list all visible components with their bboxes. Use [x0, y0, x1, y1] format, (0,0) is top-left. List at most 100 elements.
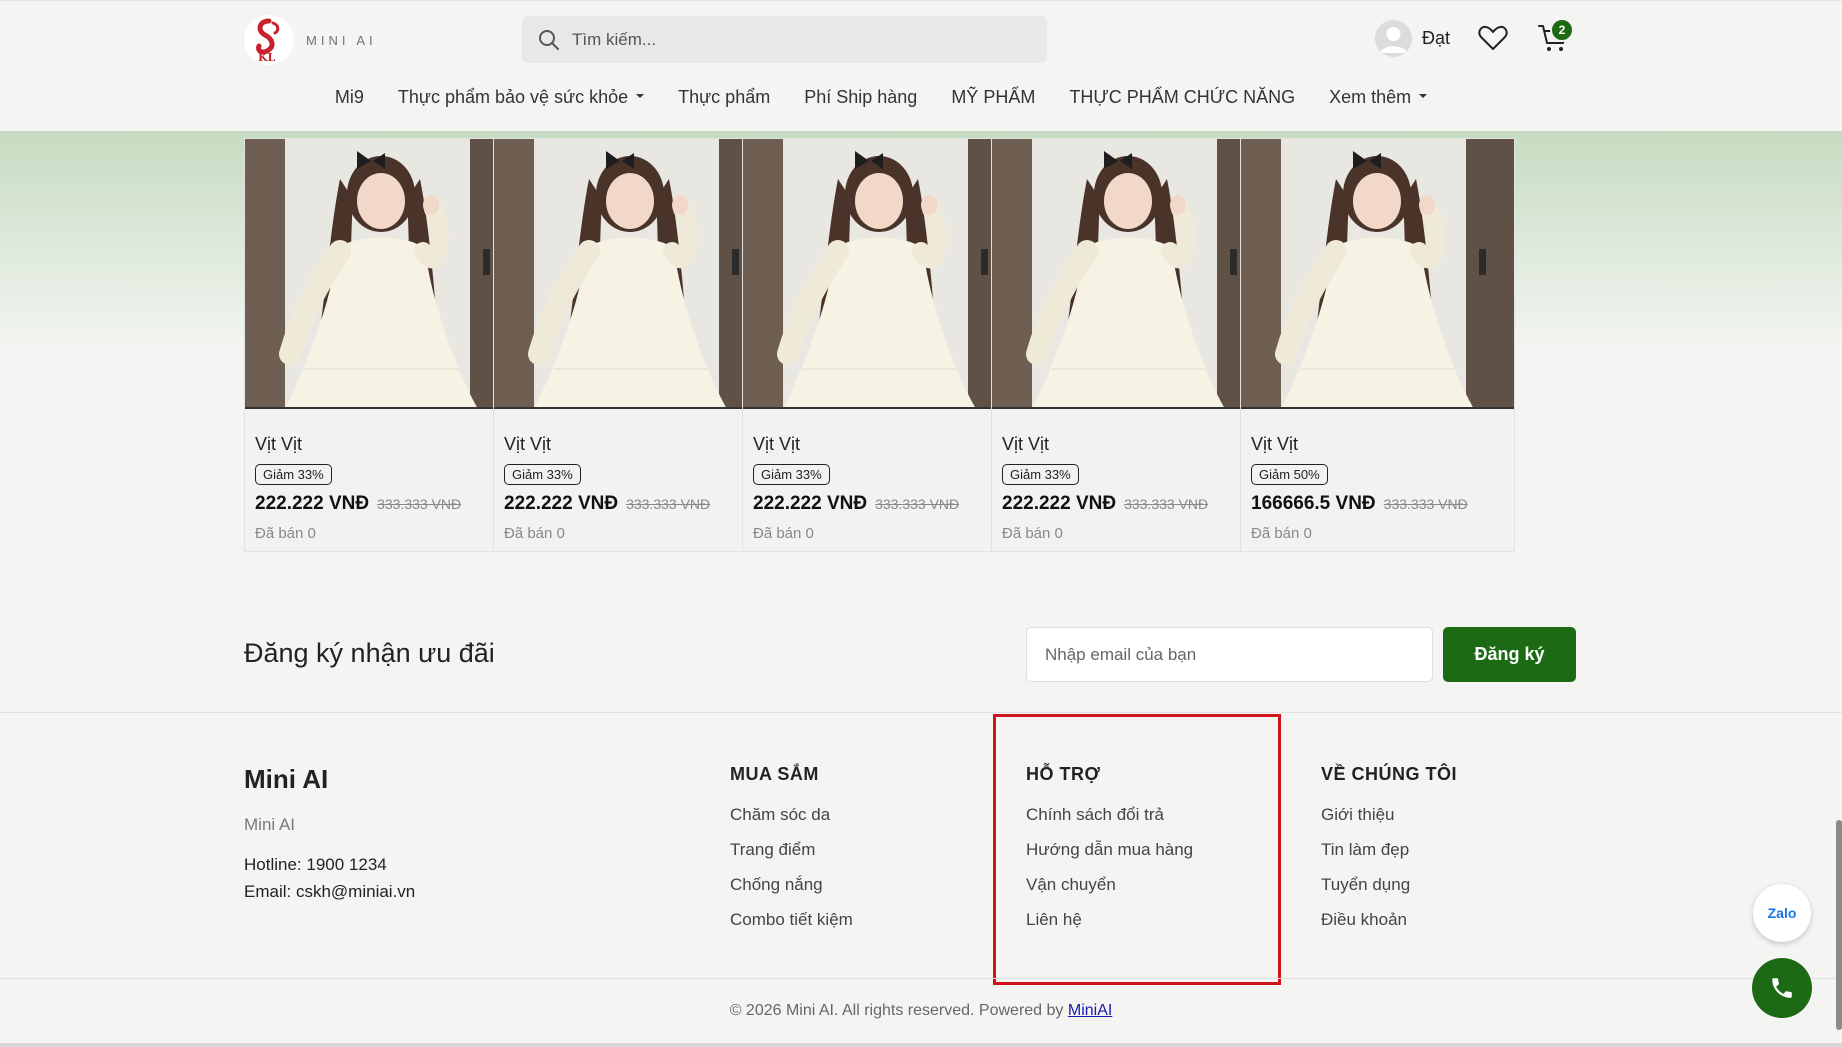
window-bottom-edge	[0, 1043, 1842, 1047]
nav-item-label: Thực phẩm bảo vệ sức khỏe	[397, 87, 629, 107]
product-image[interactable]	[1241, 139, 1514, 409]
product-price-row: 222.222 VNĐ 333.333 VNĐ	[504, 493, 710, 515]
search-bar[interactable]	[522, 16, 1047, 63]
nav-item[interactable]: Mi9	[335, 87, 364, 108]
discount-badge: Giảm 33%	[753, 464, 830, 485]
nav-item-label: Mi9	[334, 87, 364, 107]
phone-icon[interactable]	[1752, 958, 1812, 1018]
product-old-price: 333.333 VNĐ	[875, 496, 960, 512]
product-name[interactable]: Vịt Vịt	[1251, 434, 1298, 455]
footer-link-terms[interactable]: Điều khoản	[1321, 910, 1457, 930]
product-name[interactable]: Vịt Vịt	[504, 434, 551, 455]
hotline-value[interactable]: 1900 1234	[306, 855, 386, 874]
highlight-annotation-box	[993, 714, 1281, 985]
product-sold-count: Đã bán 0	[504, 525, 565, 542]
logo[interactable]: KL MINI AI	[244, 15, 377, 65]
product-price: 222.222 VNĐ	[504, 493, 619, 514]
footer-link-makeup[interactable]: Trang điểm	[730, 840, 853, 860]
footer-column-title: MUA SẮM	[730, 764, 819, 784]
logo-icon: KL	[244, 15, 294, 65]
footer-link-careers[interactable]: Tuyển dụng	[1321, 875, 1457, 895]
discount-badge: Giảm 33%	[255, 464, 332, 485]
copyright-divider	[0, 978, 1842, 979]
nav-item[interactable]: Thực phẩm bảo vệ sức khỏe	[397, 87, 645, 108]
product-image[interactable]	[245, 139, 518, 409]
product-old-price: 333.333 VNĐ	[626, 496, 711, 512]
product-old-price: 333.333 VNĐ	[1124, 496, 1209, 512]
product-card[interactable]: Vịt Vịt Giảm 33% 222.222 VNĐ 333.333 VNĐ…	[991, 138, 1266, 552]
user-avatar-icon	[1375, 20, 1412, 57]
product-card[interactable]: Vịt Vịt Giảm 33% 222.222 VNĐ 333.333 VNĐ…	[244, 138, 519, 552]
nav-item-label: THỰC PHẨM CHỨC NĂNG	[1069, 87, 1296, 107]
product-image[interactable]	[992, 139, 1265, 409]
cart-count-badge: 2	[1550, 18, 1574, 42]
product-name[interactable]: Vịt Vịt	[753, 434, 800, 455]
nav-item-label: Xem thêm	[1329, 87, 1412, 107]
product-price: 222.222 VNĐ	[753, 493, 868, 514]
product-old-price: 333.333 VNĐ	[1383, 496, 1468, 512]
product-price: 222.222 VNĐ	[1002, 493, 1117, 514]
email-value[interactable]: cskh@miniai.vn	[296, 882, 415, 901]
footer-column-title: VỀ CHÚNG TÔI	[1321, 764, 1458, 784]
zalo-label: Zalo	[1767, 905, 1797, 921]
footer-brand-title: Mini AI	[244, 764, 329, 794]
product-card[interactable]: Vịt Vịt Giảm 33% 222.222 VNĐ 333.333 VNĐ…	[493, 138, 768, 552]
copyright-label: © 2026 Mini AI. All rights reserved. Pow…	[729, 1002, 1068, 1019]
product-carousel: Vịt Vịt Giảm 33% 222.222 VNĐ 333.333 VNĐ…	[244, 138, 1577, 553]
site-header: KL MINI AI Đạt 2	[0, 0, 1842, 131]
newsletter-email-input[interactable]	[1026, 627, 1433, 682]
product-name[interactable]: Vịt Vịt	[255, 434, 302, 455]
product-name[interactable]: Vịt Vịt	[1002, 434, 1049, 455]
product-sold-count: Đã bán 0	[753, 525, 814, 542]
footer-brand-subtitle: Mini AI	[244, 815, 296, 834]
footer-email: Email: cskh@miniai.vn	[244, 882, 415, 902]
powered-by-link[interactable]: MiniAI	[1068, 1002, 1112, 1019]
product-price: 222.222 VNĐ	[255, 493, 370, 514]
search-input[interactable]	[572, 29, 1032, 50]
zalo-icon[interactable]: Zalo	[1753, 884, 1811, 942]
product-price-row: 166666.5 VNĐ 333.333 VNĐ	[1251, 493, 1468, 515]
product-image[interactable]	[743, 139, 1016, 409]
email-label: Email:	[244, 882, 296, 901]
product-sold-count: Đã bán 0	[255, 525, 316, 542]
hotline-label: Hotline:	[244, 855, 307, 874]
footer-link-combo[interactable]: Combo tiết kiệm	[730, 910, 853, 930]
svg-text:KL: KL	[258, 51, 276, 63]
page-scrollbar[interactable]	[1836, 820, 1842, 1030]
user-name: Đạt	[1422, 28, 1451, 48]
nav-item-label: MỸ PHẨM	[951, 87, 1036, 107]
product-card[interactable]: Vịt Vịt Giảm 33% 222.222 VNĐ 333.333 VNĐ…	[742, 138, 1017, 552]
footer-divider	[0, 712, 1842, 713]
nav-item-label: Thực phẩm	[678, 87, 771, 107]
footer-link-skincare[interactable]: Chăm sóc da	[730, 805, 853, 825]
main-nav: Mi9 Thực phẩm bảo vệ sức khỏe Thực phẩm Phí…	[0, 87, 1842, 108]
heart-icon[interactable]	[1478, 25, 1508, 56]
discount-badge: Giảm 33%	[504, 464, 581, 485]
product-card[interactable]: Vịt Vịt Giảm 50% 166666.5 VNĐ 333.333 VN…	[1240, 138, 1515, 552]
product-sold-count: Đã bán 0	[1002, 525, 1063, 542]
footer-link-sunscreen[interactable]: Chống nắng	[730, 875, 853, 895]
nav-item[interactable]: THỰC PHẨM CHỨC NĂNG	[1069, 87, 1295, 108]
search-icon	[539, 29, 559, 50]
product-old-price: 333.333 VNĐ	[377, 496, 462, 512]
product-price-row: 222.222 VNĐ 333.333 VNĐ	[255, 493, 461, 515]
footer-link-about[interactable]: Giới thiệu	[1321, 805, 1457, 825]
user-menu[interactable]: Đạt	[1375, 20, 1450, 57]
nav-item[interactable]: Phí Ship hàng	[804, 87, 917, 108]
footer-link-beauty-news[interactable]: Tin làm đẹp	[1321, 840, 1457, 860]
newsletter-subscribe-button[interactable]: Đăng ký	[1443, 627, 1576, 682]
product-image[interactable]	[494, 139, 767, 409]
newsletter-title: Đăng ký nhận ưu đãi	[244, 638, 495, 668]
nav-item[interactable]: MỸ PHẨM	[951, 87, 1035, 108]
nav-item[interactable]: Thực phẩm	[678, 87, 770, 108]
footer-column-about: VỀ CHÚNG TÔI Giới thiệu Tin làm đẹp Tuyể…	[1321, 764, 1457, 945]
nav-item-label: Phí Ship hàng	[804, 87, 918, 107]
nav-item[interactable]: Xem thêm	[1329, 87, 1428, 108]
product-sold-count: Đã bán 0	[1251, 525, 1312, 542]
chevron-down-icon	[636, 93, 645, 98]
product-price-row: 222.222 VNĐ 333.333 VNĐ	[753, 493, 959, 515]
footer-hotline: Hotline: 1900 1234	[244, 855, 387, 875]
copyright-text: © 2026 Mini AI. All rights reserved. Pow…	[0, 1002, 1842, 1020]
discount-badge: Giảm 33%	[1002, 464, 1079, 485]
product-price: 166666.5 VNĐ	[1251, 493, 1376, 514]
